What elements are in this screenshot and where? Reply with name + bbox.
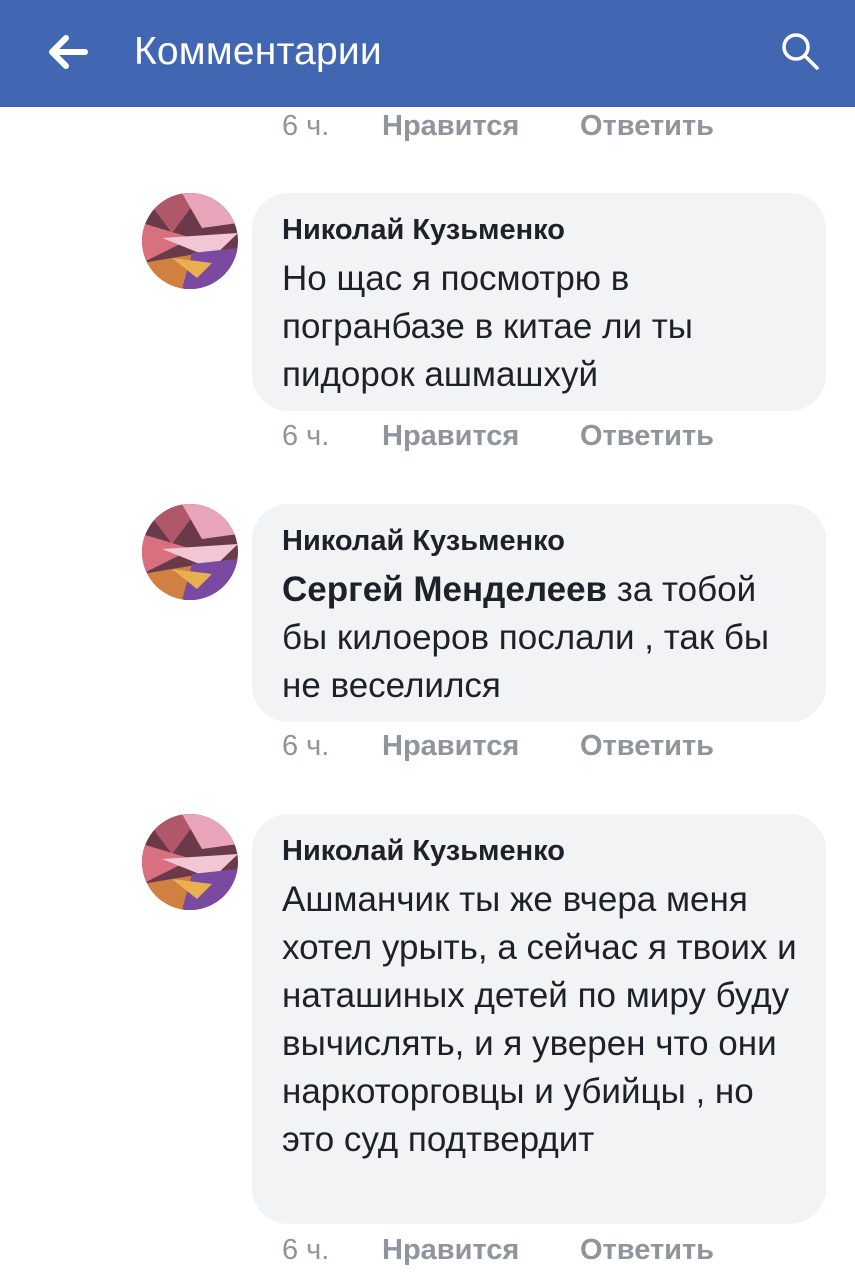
like-link[interactable]: Нравится bbox=[382, 110, 580, 143]
like-link[interactable]: Нравится bbox=[382, 730, 580, 763]
comment-text: Но щас я посмотрю в погранбазе в китае л… bbox=[282, 259, 693, 394]
comment-bubble: Николай Кузьменко Сергей Менделеев за то… bbox=[252, 504, 826, 722]
comment-actions: 6 ч. Нравится Ответить bbox=[282, 416, 714, 456]
comment-author[interactable]: Николай Кузьменко bbox=[282, 522, 802, 560]
comment-text: Ашманчик ты же вчера меня хотел урыть, а… bbox=[282, 880, 797, 1159]
top-app-bar: Комментарии bbox=[0, 0, 855, 107]
search-button[interactable] bbox=[775, 26, 825, 76]
avatar[interactable] bbox=[142, 814, 238, 910]
comment-author[interactable]: Николай Кузьменко bbox=[282, 832, 802, 870]
search-icon bbox=[782, 33, 819, 70]
comment-bubble: Николай Кузьменко Ашманчик ты же вчера м… bbox=[252, 814, 826, 1224]
page-title: Комментарии bbox=[134, 30, 382, 73]
reply-link[interactable]: Ответить bbox=[580, 110, 714, 143]
reply-link[interactable]: Ответить bbox=[580, 730, 714, 763]
mention-link[interactable]: Сергей Менделеев bbox=[282, 570, 607, 609]
comment-text: Сергей Менделеев за тобой бы килоеров по… bbox=[282, 566, 802, 710]
comment-bubble: Николай Кузьменко Но щас я посмотрю в по… bbox=[252, 193, 826, 411]
comment-author[interactable]: Николай Кузьменко bbox=[282, 211, 802, 249]
avatar[interactable] bbox=[142, 504, 238, 600]
reply-link[interactable]: Ответить bbox=[580, 420, 714, 453]
arrow-left-icon bbox=[49, 35, 88, 69]
comment-actions: 6 ч. Нравится Ответить bbox=[282, 1230, 714, 1270]
back-button[interactable] bbox=[40, 26, 96, 78]
comment-timestamp: 6 ч. bbox=[282, 109, 330, 142]
avatar[interactable] bbox=[142, 193, 238, 289]
comment-timestamp: 6 ч. bbox=[282, 729, 330, 762]
comment-actions: 6 ч. Нравится Ответить bbox=[282, 726, 714, 766]
reply-link[interactable]: Ответить bbox=[580, 1234, 714, 1267]
comment-actions: 6 ч. Нравится Ответить bbox=[282, 106, 714, 146]
like-link[interactable]: Нравится bbox=[382, 1234, 580, 1267]
comment-timestamp: 6 ч. bbox=[282, 419, 330, 452]
like-link[interactable]: Нравится bbox=[382, 420, 580, 453]
comment-timestamp: 6 ч. bbox=[282, 1233, 330, 1266]
